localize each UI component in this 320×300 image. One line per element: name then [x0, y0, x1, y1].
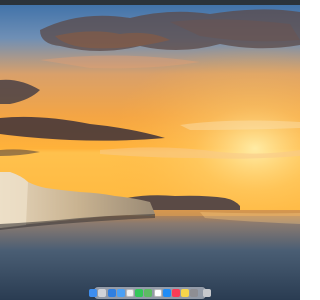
- photos-icon[interactable]: [126, 289, 135, 297]
- menu-bar[interactable]: [0, 0, 300, 5]
- safari-icon[interactable]: [107, 289, 116, 297]
- notes-icon[interactable]: [181, 289, 190, 297]
- trash-icon[interactable]: [202, 289, 211, 297]
- dock: [89, 287, 211, 299]
- maps-icon[interactable]: [144, 289, 153, 297]
- messages-icon[interactable]: [135, 289, 144, 297]
- calendar-icon[interactable]: [153, 289, 162, 297]
- music-icon[interactable]: [171, 289, 180, 297]
- app-store-icon[interactable]: [162, 289, 171, 297]
- finder-icon[interactable]: [89, 289, 98, 297]
- system-settings-icon[interactable]: [190, 289, 199, 297]
- desktop-wallpaper: [0, 0, 300, 300]
- launchpad-icon[interactable]: [98, 289, 107, 297]
- desktop[interactable]: [0, 0, 300, 300]
- mail-icon[interactable]: [116, 289, 125, 297]
